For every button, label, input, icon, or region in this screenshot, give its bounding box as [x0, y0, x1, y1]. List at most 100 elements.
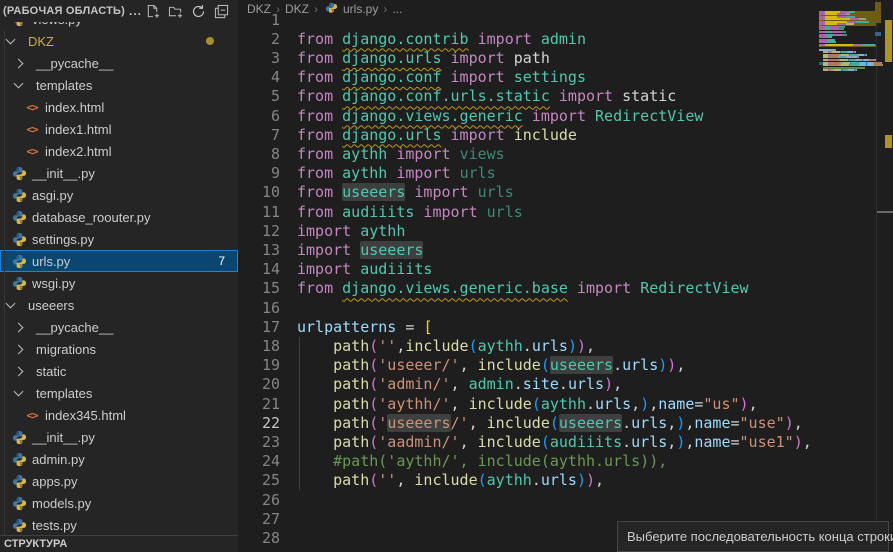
line-number: 6 — [238, 107, 280, 126]
new-file-icon[interactable] — [144, 3, 160, 19]
tree-item-index1-html[interactable]: <>index1.html — [0, 118, 238, 140]
code-line-9[interactable]: 9from aythh import urls — [238, 164, 496, 184]
code-line-27[interactable]: 27 — [238, 510, 297, 530]
html-icon: <> — [24, 99, 40, 115]
overview-ruler-cursor — [877, 211, 893, 213]
python-icon — [11, 209, 27, 225]
modified-dot-icon — [206, 37, 214, 45]
tree-item-templates[interactable]: templates — [0, 74, 238, 96]
tree-item-label: __init__.py — [32, 430, 95, 445]
tree-item-label: static — [36, 364, 66, 379]
statusbar-tooltip: Выберите последовательность конца строки — [617, 521, 889, 552]
line-number: 16 — [238, 299, 280, 318]
code-line-6[interactable]: 6from django.views.generic import Redire… — [238, 107, 703, 127]
breadcrumb-item-folder[interactable]: DKZ — [247, 2, 271, 16]
tree-item-models-py[interactable]: models.py — [0, 492, 238, 514]
line-number: 23 — [238, 433, 280, 452]
problems-badge: 7 — [218, 254, 225, 268]
code-line-8[interactable]: 8from aythh import views — [238, 145, 505, 165]
tree-item-label: DKZ — [28, 34, 54, 49]
tree-item-tests-py[interactable]: tests.py — [0, 514, 238, 535]
tree-item-index345-html[interactable]: <>index345.html — [0, 404, 238, 426]
code-line-3[interactable]: 3from django.urls import path — [238, 49, 550, 69]
tree-item--pycache-[interactable]: __pycache__ — [0, 316, 238, 338]
tree-item--pycache-[interactable]: __pycache__ — [0, 52, 238, 74]
tree-item-settings-py[interactable]: settings.py — [0, 228, 238, 250]
chevron-down-icon — [14, 387, 24, 397]
tree-item-label: index1.html — [45, 122, 111, 137]
tree-item-index2-html[interactable]: <>index2.html — [0, 140, 238, 162]
code-line-7[interactable]: 7from django.urls import include — [238, 126, 577, 146]
tree-item-label: useeers — [28, 298, 74, 313]
code-line-2[interactable]: 2from django.contrib import admin — [238, 30, 586, 50]
line-number: 8 — [238, 145, 280, 164]
breadcrumb-item-folder[interactable]: DKZ — [285, 2, 309, 16]
code-line-23[interactable]: 23 path('aadmin/', include(audiiits.urls… — [238, 433, 812, 453]
line-number: 20 — [238, 375, 280, 394]
line-number: 22 — [238, 414, 280, 433]
line-number: 26 — [238, 491, 280, 510]
tooltip-text: Выберите последовательность конца строки — [627, 529, 893, 544]
tree-item-useeers[interactable]: useeers — [0, 294, 238, 316]
tree-item-label: templates — [36, 78, 92, 93]
code-line-10[interactable]: 10from useeers import urls — [238, 183, 514, 203]
code-line-14[interactable]: 14import audiiits — [238, 260, 432, 280]
code-line-4[interactable]: 4from django.conf import settings — [238, 68, 586, 88]
collapse-all-icon[interactable] — [213, 3, 229, 19]
code-line-28[interactable]: 28 — [238, 529, 297, 549]
line-number: 17 — [238, 318, 280, 337]
indent-guide — [299, 337, 300, 490]
code-line-11[interactable]: 11from audiiits import urls — [238, 203, 523, 223]
code-line-12[interactable]: 12import aythh — [238, 222, 405, 242]
tree-item-dkz[interactable]: DKZ — [0, 30, 238, 52]
outline-section-header[interactable]: СТРУКТУРА — [0, 535, 238, 552]
refresh-icon[interactable] — [190, 3, 206, 19]
new-folder-icon[interactable] — [167, 3, 183, 19]
code-line-15[interactable]: 15from django.views.generic.base import … — [238, 279, 749, 299]
code-line-19[interactable]: 19 path('useeer/', include(useeers.urls)… — [238, 356, 685, 376]
code-editor[interactable]: 12from django.contrib import admin3from … — [238, 0, 818, 552]
tree-item-urls-py[interactable]: urls.py7 — [0, 250, 238, 272]
code-line-21[interactable]: 21 path('aythh/', include(aythh.urls,),n… — [238, 395, 758, 415]
code-line-16[interactable]: 16 — [238, 299, 297, 319]
code-line-22[interactable]: 22 path('useeers/', include(useeers.urls… — [238, 414, 803, 434]
line-number: 11 — [238, 203, 280, 222]
tree-item-admin-py[interactable]: admin.py — [0, 448, 238, 470]
chevron-right-icon: › — [314, 2, 318, 16]
tree-item-label: index345.html — [45, 408, 126, 423]
minimap-selection-strip — [875, 32, 881, 36]
tree-item--init-py[interactable]: __init__.py — [0, 426, 238, 448]
code-line-18[interactable]: 18 path('',include(aythh.urls)), — [238, 337, 595, 357]
tree-item-migrations[interactable]: migrations — [0, 338, 238, 360]
code-line-13[interactable]: 13import useeers — [238, 241, 423, 261]
code-line-5[interactable]: 5from django.conf.urls.static import sta… — [238, 87, 676, 107]
chevron-right-icon — [14, 58, 24, 68]
tree-item--init-py[interactable]: __init__.py — [0, 162, 238, 184]
breadcrumb-item-symbol[interactable]: ... — [392, 2, 402, 16]
minimap-separator — [876, 0, 877, 552]
line-number: 4 — [238, 68, 280, 87]
python-icon — [11, 275, 27, 291]
breadcrumb-item-file[interactable]: urls.py — [323, 1, 378, 17]
tree-item-asgi-py[interactable]: asgi.py — [0, 184, 238, 206]
tree-item-wsgi-py[interactable]: wsgi.py — [0, 272, 238, 294]
minimap[interactable] — [819, 0, 876, 230]
code-line-20[interactable]: 20 path('admin/', admin.site.urls), — [238, 375, 622, 395]
tree-item-label: templates — [36, 386, 92, 401]
more-actions-button[interactable]: ... — [129, 4, 142, 18]
line-number: 10 — [238, 183, 280, 202]
tree-item-index-html[interactable]: <>index.html — [0, 96, 238, 118]
code-line-24[interactable]: 24 #path('aythh/', include(aythh.urls)), — [238, 452, 667, 472]
tree-item-apps-py[interactable]: apps.py — [0, 470, 238, 492]
tree-indent-guide — [4, 30, 5, 535]
tree-item-templates[interactable]: templates — [0, 382, 238, 404]
code-line-26[interactable]: 26 — [238, 491, 297, 511]
code-line-17[interactable]: 17urlpatterns = [ — [238, 318, 432, 338]
tree-item-label: index2.html — [45, 144, 111, 159]
code-line-25[interactable]: 25 path('', include(aythh.urls)), — [238, 471, 604, 491]
tree-item-label: settings.py — [32, 232, 94, 247]
tree-item-database-roouter-py[interactable]: database_roouter.py — [0, 206, 238, 228]
line-number: 13 — [238, 241, 280, 260]
tree-item-label: __pycache__ — [36, 320, 113, 335]
tree-item-static[interactable]: static — [0, 360, 238, 382]
